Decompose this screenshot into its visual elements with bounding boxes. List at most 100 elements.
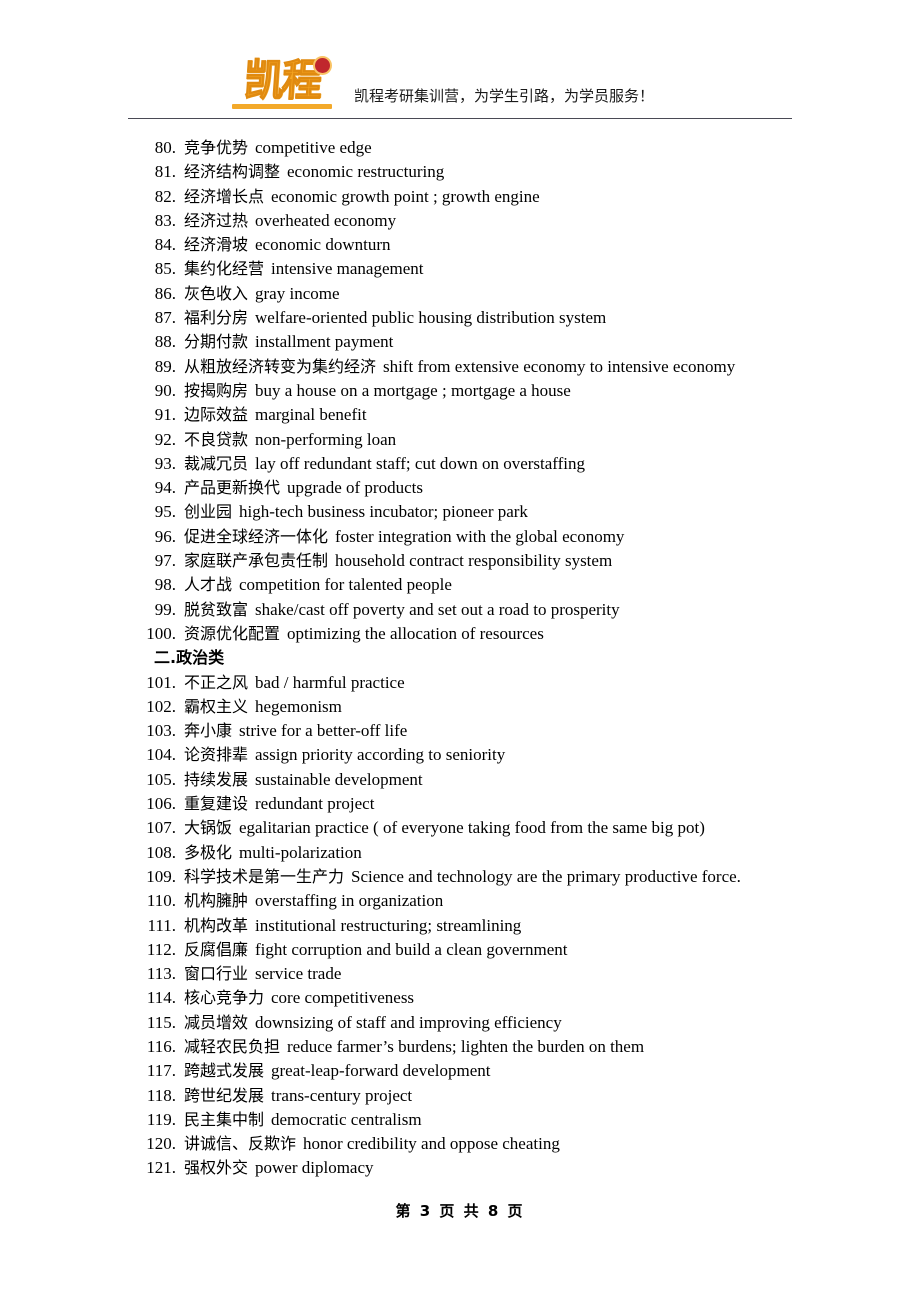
list-item-number: 85. [154, 259, 176, 279]
term-english: assign priority according to seniority [255, 745, 506, 765]
list-item: 106. 重复建设 redundant project [128, 792, 828, 816]
list-item: 93. 裁减冗员 lay off redundant staff; cut down… [128, 452, 828, 476]
list-item-body: 产品更新换代 upgrade of products [184, 476, 423, 500]
term-english: lay off redundant staff; cut down on ove… [255, 453, 586, 473]
list-item-number: 117. [146, 1061, 176, 1081]
term-chinese: 创业园 [184, 502, 233, 522]
list-item-number: 113. [146, 964, 176, 984]
list-item: 86. 灰色收入 gray income [128, 282, 828, 306]
list-item: 87. 福利分房 welfare-oriented public housing d… [128, 306, 828, 330]
term-chinese: 奔小康 [184, 721, 233, 741]
term-english: bad / harmful practice [255, 672, 405, 692]
list-item: 94. 产品更新换代 upgrade of products [128, 476, 828, 500]
list-item-body: 反腐倡廉 fight corruption and build a clean g… [184, 938, 568, 962]
list-item: 121. 强权外交 power diplomacy [128, 1156, 828, 1180]
list-item-number: 84. [154, 235, 176, 255]
term-chinese: 人才战 [184, 575, 233, 595]
term-chinese: 产品更新换代 [184, 478, 281, 498]
list-item-body: 裁减冗员 lay off redundant staff; cut down on… [184, 452, 585, 476]
term-english: upgrade of products [287, 478, 423, 498]
term-chinese: 持续发展 [184, 769, 249, 789]
term-english: strive for a better-off life [239, 721, 408, 741]
term-chinese: 促进全球经济一体化 [184, 526, 329, 546]
list-item: 89. 从粗放经济转变为集约经济 shift from extensive econ… [128, 355, 828, 379]
list-item-number: 98. [154, 575, 176, 595]
term-chinese: 窗口行业 [184, 964, 249, 984]
list-item-number: 114. [146, 988, 176, 1008]
list-item-number: 101. [146, 672, 176, 692]
section-heading: 二.政治类 [154, 648, 225, 668]
list-item-body: 跨越式发展 great-leap-forward development [184, 1059, 491, 1083]
list-item-number: 119. [146, 1109, 176, 1129]
list-item-body: 促进全球经济一体化 foster integration with the glo… [184, 525, 624, 549]
term-chinese: 经济过热 [184, 210, 249, 230]
list-item-body: 机构臃肿 overstaffing in organization [184, 889, 443, 913]
list-item-body: 减员增效 downsizing of staff and improving ef… [184, 1011, 562, 1035]
term-english: overstaffing in organization [255, 891, 444, 911]
list-item-number: 96. [154, 526, 176, 546]
list-item: 115. 减员增效 downsizing of staff and improvin… [128, 1011, 828, 1035]
term-chinese: 福利分房 [184, 308, 249, 328]
header-divider [128, 118, 792, 119]
term-english: honor credibility and oppose cheating [303, 1134, 560, 1154]
list-item-number: 92. [154, 429, 176, 449]
list-item-body: 大锅饭 egalitarian practice ( of everyone ta… [184, 816, 705, 840]
list-item: 105. 持续发展 sustainable development [128, 768, 828, 792]
term-english: power diplomacy [255, 1158, 374, 1178]
list-item: 91. 边际效益 marginal benefit [128, 403, 828, 427]
list-item: 90. 按揭购房 buy a house on a mortgage ; mortg… [128, 379, 828, 403]
term-chinese: 脱贫致富 [184, 599, 249, 619]
list-item: 111. 机构改革 institutional restructuring; str… [128, 914, 828, 938]
list-item: 113. 窗口行业 service trade [128, 962, 828, 986]
term-english: multi-polarization [239, 842, 362, 862]
term-english: economic growth point ; growth engine [271, 186, 540, 206]
list-item-body: 民主集中制 democratic centralism [184, 1108, 422, 1132]
list-item: 104. 论资排辈 assign priority according to sen… [128, 743, 828, 767]
list-item: 82. 经济增长点 economic growth point ; growth e… [128, 185, 828, 209]
list-item-body: 脱贫致富 shake/cast off poverty and set out a… [184, 598, 620, 622]
list-item-body: 创业园 high-tech business incubator; pioneer… [184, 500, 528, 524]
term-english: Science and technology are the primary p… [351, 866, 741, 886]
list-item-body: 按揭购房 buy a house on a mortgage ; mortgage… [184, 379, 571, 403]
term-english: democratic centralism [271, 1109, 422, 1129]
list-item-body: 不良贷款 non-performing loan [184, 428, 396, 452]
list-item: 96. 促进全球经济一体化 foster integration with the … [128, 525, 828, 549]
list-item-number: 103. [146, 721, 176, 741]
term-english: reduce farmer’s burdens; lighten the bur… [287, 1036, 645, 1056]
list-item-body: 科学技术是第一生产力 Science and technology are the… [184, 865, 741, 889]
list-item-body: 分期付款 installment payment [184, 330, 393, 354]
term-english: core competitiveness [271, 988, 415, 1008]
list-item-body: 重复建设 redundant project [184, 792, 374, 816]
list-item-body: 集约化经营 intensive management [184, 257, 424, 281]
list-item-body: 减轻农民负担 reduce farmer’s burdens; lighten t… [184, 1035, 644, 1059]
term-english: shift from extensive economy to intensiv… [383, 356, 736, 376]
term-english: non-performing loan [255, 429, 397, 449]
list-item-number: 90. [154, 380, 176, 400]
list-item-number: 86. [154, 283, 176, 303]
list-item-number: 91. [154, 405, 176, 425]
term-chinese: 按揭购房 [184, 380, 249, 400]
term-chinese: 减轻农民负担 [184, 1036, 281, 1056]
term-chinese: 家庭联产承包责任制 [184, 551, 329, 571]
list-item-body: 论资排辈 assign priority according to seniori… [184, 743, 505, 767]
list-item-number: 107. [146, 818, 176, 838]
term-chinese: 多极化 [184, 842, 233, 862]
term-chinese: 裁减冗员 [184, 453, 249, 473]
list-item-number: 108. [146, 842, 176, 862]
list-item-number: 121. [146, 1158, 176, 1178]
term-chinese: 科学技术是第一生产力 [184, 866, 345, 886]
list-item: 84. 经济滑坡 economic downturn [128, 233, 828, 257]
list-item-body: 灰色收入 gray income [184, 282, 340, 306]
list-item-number: 110. [146, 891, 176, 911]
term-chinese: 经济结构调整 [184, 162, 281, 182]
list-item-number: 104. [146, 745, 176, 765]
list-item-number: 81. [154, 162, 176, 182]
list-item: 119. 民主集中制 democratic centralism [128, 1108, 828, 1132]
list-item: 110. 机构臃肿 overstaffing in organization [128, 889, 828, 913]
term-english: marginal benefit [255, 405, 367, 425]
term-english: foster integration with the global econo… [335, 526, 625, 546]
list-item: 120. 讲诚信、反欺诈 honor credibility and oppose … [128, 1132, 828, 1156]
list-item: 101. 不正之风 bad / harmful practice [128, 671, 828, 695]
list-item-body: 经济过热 overheated economy [184, 209, 396, 233]
list-item-number: 118. [146, 1085, 176, 1105]
